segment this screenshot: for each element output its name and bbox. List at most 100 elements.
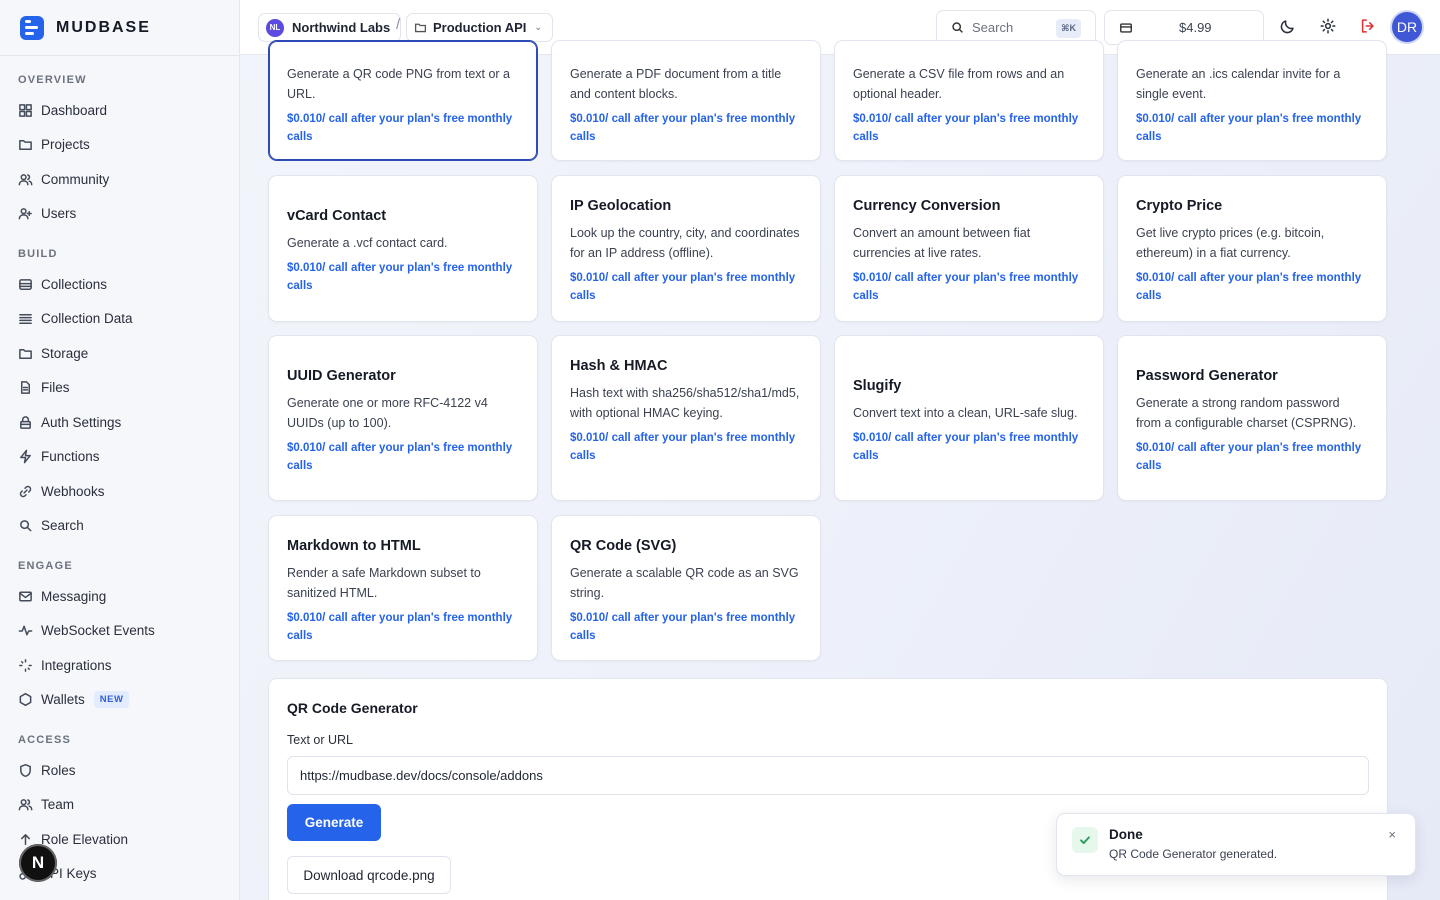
sidebar-item-users[interactable]: Users bbox=[18, 197, 239, 232]
sidebar-item-label: Users bbox=[41, 206, 77, 222]
check-icon bbox=[1072, 827, 1098, 853]
nav-heading: ACCESS bbox=[18, 734, 72, 746]
logout-button[interactable] bbox=[1359, 17, 1379, 37]
card-description: Generate a QR code PNG from text or a UR… bbox=[287, 67, 511, 101]
addon-card-ics[interactable]: Generate an .ics calendar invite for a s… bbox=[1117, 40, 1387, 161]
mudbase-logo-icon bbox=[20, 15, 44, 40]
sidebar-item-wallets[interactable]: Wallets NEW bbox=[18, 683, 239, 718]
success-toast: Done QR Code Generator generated. × bbox=[1056, 813, 1416, 876]
settings-button[interactable] bbox=[1319, 17, 1339, 37]
list-icon bbox=[18, 311, 33, 326]
card-description: Generate one or more RFC-4122 v4 UUIDs (… bbox=[287, 396, 488, 430]
user-avatar[interactable]: DR bbox=[1392, 12, 1422, 42]
plug-icon bbox=[18, 658, 33, 673]
nav-section-build: BUILD Collections Collection Data Storag… bbox=[0, 231, 239, 543]
sidebar-item-label: Search bbox=[41, 518, 84, 534]
mail-icon bbox=[18, 589, 33, 604]
card-description: Convert an amount between fiat currencie… bbox=[853, 226, 1031, 260]
sidebar-item-label: Messaging bbox=[41, 588, 107, 604]
sidebar-item-projects[interactable]: Projects bbox=[18, 128, 239, 163]
sidebar-item-label: Wallets bbox=[41, 692, 85, 708]
brand[interactable]: MUDBASE bbox=[0, 0, 239, 56]
project-name: Production API bbox=[433, 20, 527, 35]
card-price: $0.010/ call after your plan's free mont… bbox=[287, 442, 513, 472]
addon-card-qr-png[interactable]: Generate a QR code PNG from text or a UR… bbox=[268, 40, 538, 161]
sidebar-item-webhooks[interactable]: Webhooks bbox=[18, 474, 239, 509]
card-price: $0.010/ call after your plan's free mont… bbox=[570, 612, 796, 642]
addon-card-csv[interactable]: Generate a CSV file from rows and an opt… bbox=[834, 40, 1104, 161]
card-title: vCard Contact bbox=[287, 208, 387, 224]
card-title: QR Code (SVG) bbox=[570, 538, 677, 554]
sidebar-item-messaging[interactable]: Messaging bbox=[18, 579, 239, 614]
sidebar-item-team[interactable]: Team bbox=[18, 788, 239, 823]
card-title: Hash & HMAC bbox=[570, 358, 668, 374]
card-title: Currency Conversion bbox=[853, 198, 1001, 214]
shield-icon bbox=[18, 763, 33, 778]
sidebar-item-label: Auth Settings bbox=[41, 414, 122, 430]
sidebar-item-roles[interactable]: Roles bbox=[18, 753, 239, 788]
card-description: Generate a .vcf contact card. bbox=[287, 236, 448, 250]
sidebar-item-search[interactable]: Search bbox=[18, 509, 239, 544]
org-switcher[interactable]: NL Northwind Labs bbox=[258, 13, 402, 42]
sidebar-item-integrations[interactable]: Integrations bbox=[18, 648, 239, 683]
sidebar-item-collection-data[interactable]: Collection Data bbox=[18, 302, 239, 337]
sidebar-item-storage[interactable]: Storage bbox=[18, 336, 239, 371]
addon-card-slugify[interactable]: Slugify Convert text into a clean, URL-s… bbox=[834, 335, 1104, 501]
org-avatar: NL bbox=[266, 18, 284, 37]
shortcut-hint: ⌘K bbox=[1056, 19, 1081, 38]
grid-icon bbox=[18, 103, 33, 118]
addon-card-password-generator[interactable]: Password Generator Generate a strong ran… bbox=[1117, 335, 1387, 501]
new-badge: NEW bbox=[93, 691, 130, 709]
addon-card-currency-conversion[interactable]: Currency Conversion Convert an amount be… bbox=[834, 175, 1104, 322]
addon-card-pdf[interactable]: Generate a PDF document from a title and… bbox=[551, 40, 821, 161]
close-icon[interactable]: × bbox=[1388, 827, 1396, 842]
card-price: $0.010/ call after your plan's free mont… bbox=[853, 113, 1079, 143]
card-price: $0.010/ call after your plan's free mont… bbox=[1136, 442, 1362, 472]
org-name: Northwind Labs bbox=[292, 20, 391, 35]
addon-card-ip-geolocation[interactable]: IP Geolocation Look up the country, city… bbox=[551, 175, 821, 322]
sidebar-item-files[interactable]: Files bbox=[18, 371, 239, 406]
sidebar-item-functions[interactable]: Functions bbox=[18, 440, 239, 475]
floating-n-badge[interactable]: N bbox=[19, 844, 57, 882]
panel-title: QR Code Generator bbox=[287, 700, 418, 716]
breadcrumb-separator: / bbox=[396, 16, 401, 33]
toast-title: Done bbox=[1109, 827, 1143, 842]
sidebar-item-collections[interactable]: Collections bbox=[18, 267, 239, 302]
sidebar-item-label: Role Elevation bbox=[41, 831, 129, 847]
sidebar-item-label: Collections bbox=[41, 276, 108, 292]
card-price: $0.010/ call after your plan's free mont… bbox=[570, 432, 796, 462]
brand-name: MUDBASE bbox=[56, 18, 151, 36]
card-price: $0.010/ call after your plan's free mont… bbox=[570, 272, 796, 302]
users-icon bbox=[18, 797, 33, 812]
sidebar-item-community[interactable]: Community bbox=[18, 162, 239, 197]
addon-card-hash-hmac[interactable]: Hash & HMAC Hash text with sha256/sha512… bbox=[551, 335, 821, 501]
card-description: Generate a scalable QR code as an SVG st… bbox=[570, 566, 799, 600]
sidebar-item-label: WebSocket Events bbox=[41, 623, 155, 639]
sidebar-item-auth-settings[interactable]: Auth Settings bbox=[18, 405, 239, 440]
card-description: Look up the country, city, and coordinat… bbox=[570, 226, 800, 260]
text-or-url-input[interactable] bbox=[287, 756, 1369, 795]
card-price: $0.010/ call after your plan's free mont… bbox=[570, 113, 796, 143]
addon-card-vcard[interactable]: vCard Contact Generate a .vcf contact ca… bbox=[268, 175, 538, 322]
card-title: IP Geolocation bbox=[570, 198, 672, 214]
sidebar-item-label: Integrations bbox=[41, 657, 112, 673]
addon-card-uuid[interactable]: UUID Generator Generate one or more RFC-… bbox=[268, 335, 538, 501]
sidebar-item-label: Dashboard bbox=[41, 102, 108, 118]
generate-button[interactable]: Generate bbox=[287, 804, 381, 841]
search-placeholder: Search bbox=[972, 20, 1014, 35]
addon-card-qr-svg[interactable]: QR Code (SVG) Generate a scalable QR cod… bbox=[551, 515, 821, 661]
hexagon-icon bbox=[18, 692, 33, 707]
sidebar-item-websocket-events[interactable]: WebSocket Events bbox=[18, 614, 239, 649]
sidebar-item-label: Webhooks bbox=[41, 483, 105, 499]
download-qrcode-button[interactable]: Download qrcode.png bbox=[287, 856, 451, 894]
card-description: Get live crypto prices (e.g. bitcoin, et… bbox=[1136, 226, 1325, 260]
sidebar-item-label: Files bbox=[41, 380, 70, 396]
sidebar-item-dashboard[interactable]: Dashboard bbox=[18, 93, 239, 128]
addon-card-crypto-price[interactable]: Crypto Price Get live crypto prices (e.g… bbox=[1117, 175, 1387, 322]
gear-icon bbox=[1320, 18, 1336, 34]
card-price: $0.010/ call after your plan's free mont… bbox=[1136, 113, 1362, 143]
card-description: Convert text into a clean, URL-safe slug… bbox=[853, 406, 1078, 420]
project-switcher[interactable]: Production API ⌄ bbox=[406, 13, 553, 42]
addon-card-markdown-to-html[interactable]: Markdown to HTML Render a safe Markdown … bbox=[268, 515, 538, 661]
theme-toggle-button[interactable] bbox=[1279, 17, 1299, 37]
